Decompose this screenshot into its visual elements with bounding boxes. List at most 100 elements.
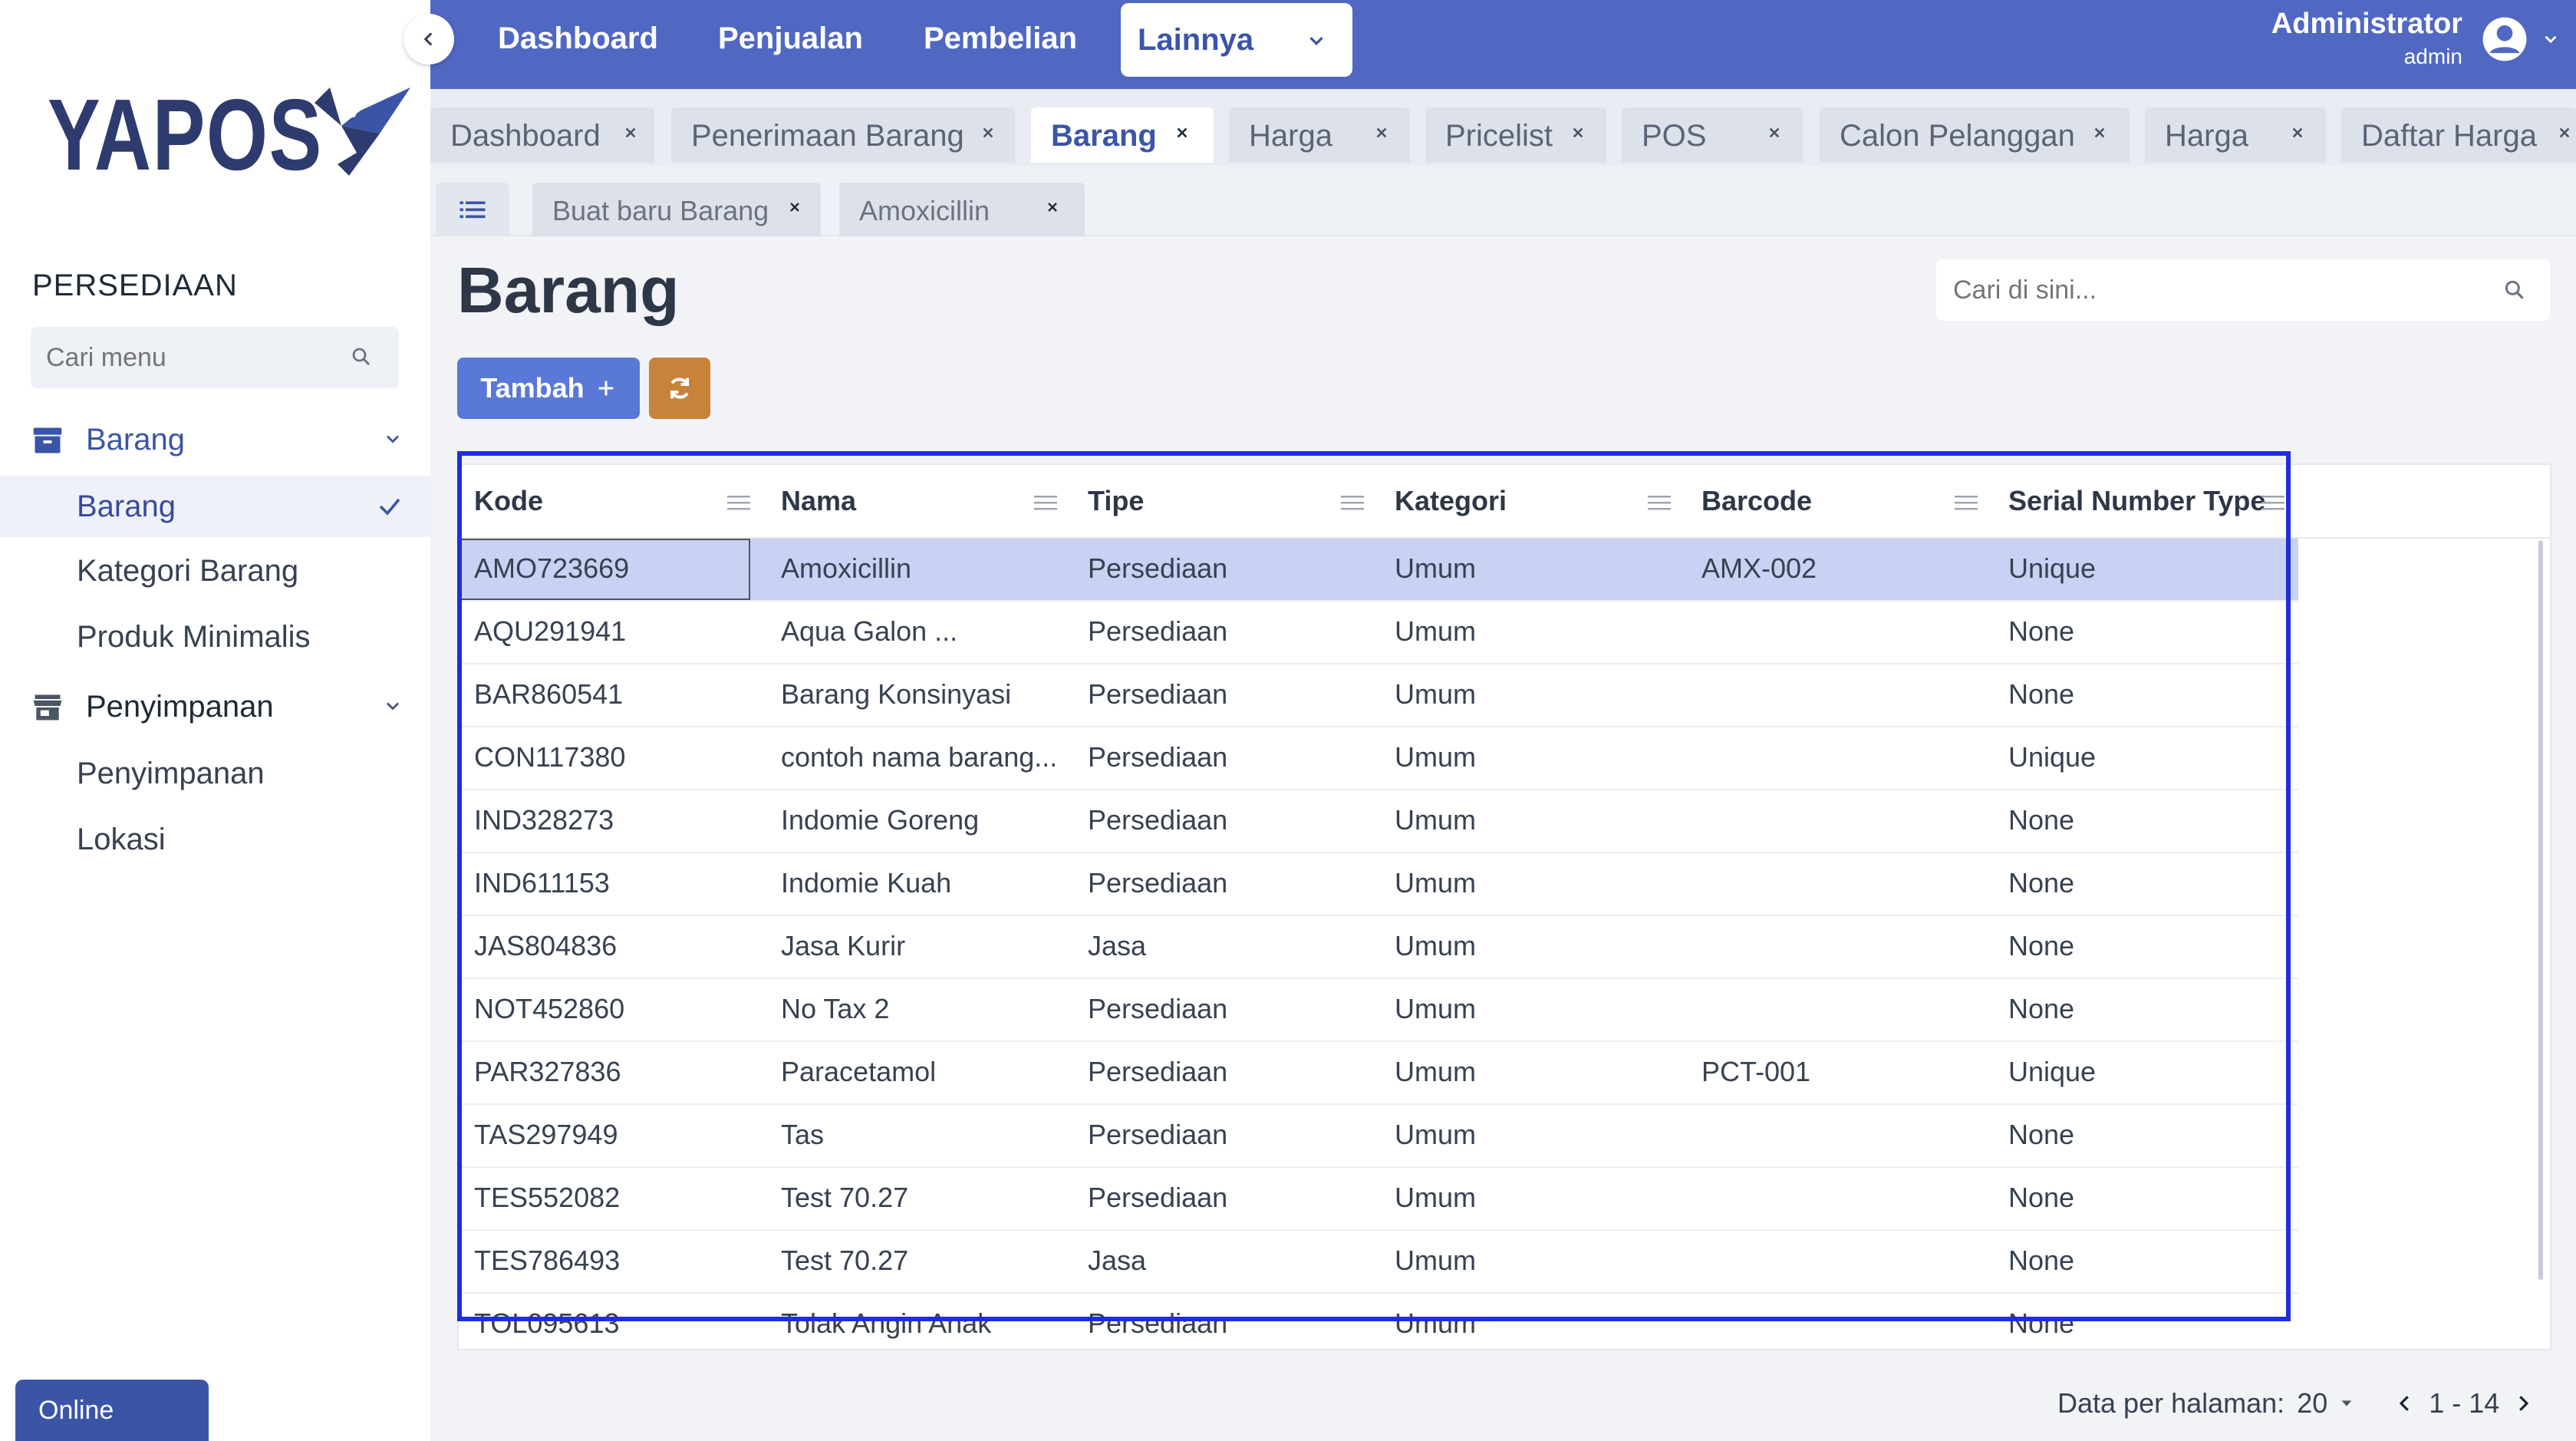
search-input[interactable]	[1936, 259, 2443, 321]
cell-nama[interactable]: Tas	[781, 1119, 824, 1151]
tab-harga[interactable]: Harga	[1229, 107, 1410, 163]
cell-barcode[interactable]: PCT-001	[1701, 1056, 1810, 1088]
cell-nama[interactable]: Amoxicillin	[781, 552, 911, 585]
cell-kategori[interactable]: Umum	[1395, 1182, 1476, 1214]
tab-barang[interactable]: Barang	[1031, 107, 1214, 163]
cell-serial-number-type[interactable]: None	[2008, 678, 2074, 711]
cell-nama[interactable]: Indomie Kuah	[781, 867, 951, 899]
table-row[interactable]: AMO723669 Amoxicillin Persediaan Umum AMX-00…	[459, 539, 2298, 602]
cell-serial-number-type[interactable]: None	[2008, 993, 2074, 1025]
column-menu-icon[interactable]	[2261, 494, 2284, 511]
subtab-buat-baru-barang[interactable]: Buat baru Barang	[532, 183, 821, 236]
sidebar-item-barang[interactable]: Barang	[0, 476, 430, 537]
tab-dashboard[interactable]: Dashboard	[430, 107, 654, 163]
column-menu-icon[interactable]	[1341, 494, 1364, 511]
cell-tipe[interactable]: Persediaan	[1088, 1182, 1227, 1214]
cell-serial-number-type[interactable]: Unique	[2008, 741, 2096, 773]
cell-tipe[interactable]: Persediaan	[1088, 867, 1227, 899]
cell-serial-number-type[interactable]: None	[2008, 615, 2074, 648]
cell-serial-number-type[interactable]: Unique	[2008, 552, 2096, 585]
table-row[interactable]: CON117380 contoh nama barang... Persediaan…	[459, 727, 2298, 790]
cell-kategori[interactable]: Umum	[1395, 678, 1476, 711]
cell-kategori[interactable]: Umum	[1395, 867, 1476, 899]
sidebar-search-input[interactable]	[31, 327, 322, 388]
vertical-scrollbar[interactable]	[2538, 540, 2543, 1280]
tab-penerimaan-barang[interactable]: Penerimaan Barang	[671, 107, 1015, 163]
tab-pricelist[interactable]: Pricelist	[1425, 107, 1606, 163]
sidebar-item-penyimpanan[interactable]: Penyimpanan	[77, 757, 265, 791]
cell-tipe[interactable]: Persediaan	[1088, 552, 1227, 585]
list-view-button[interactable]	[436, 183, 509, 236]
sidebar-group-penyimpanan[interactable]: Penyimpanan	[0, 674, 430, 740]
table-row[interactable]: NOT452860 No Tax 2 Persediaan Umum None	[459, 979, 2298, 1042]
close-icon[interactable]	[978, 123, 998, 143]
cell-tipe[interactable]: Persediaan	[1088, 615, 1227, 648]
cell-kode[interactable]: IND611153	[474, 867, 610, 899]
user-avatar-icon[interactable]	[2481, 15, 2528, 63]
cell-nama[interactable]: Jasa Kurir	[781, 930, 905, 962]
tab-harga-2[interactable]: Harga	[2145, 107, 2326, 163]
table-row[interactable]: TAS297949 Tas Persediaan Umum None	[459, 1105, 2298, 1168]
column-header-kode[interactable]: Kode	[474, 485, 543, 517]
close-icon[interactable]	[786, 198, 804, 216]
nav-penjualan[interactable]: Penjualan	[718, 21, 863, 56]
cell-tipe[interactable]: Persediaan	[1088, 1307, 1227, 1340]
cell-tipe[interactable]: Persediaan	[1088, 993, 1227, 1025]
close-icon[interactable]	[621, 123, 641, 143]
cell-kode[interactable]: TES786493	[474, 1245, 620, 1277]
cell-nama[interactable]: Test 70.27	[781, 1182, 908, 1214]
cell-nama[interactable]: Aqua Galon ...	[781, 615, 957, 648]
column-menu-icon[interactable]	[1034, 494, 1057, 511]
cell-tipe[interactable]: Jasa	[1088, 930, 1146, 962]
column-header-barcode[interactable]: Barcode	[1701, 485, 1812, 517]
cell-serial-number-type[interactable]: None	[2008, 930, 2074, 962]
cell-serial-number-type[interactable]: None	[2008, 1307, 2074, 1340]
cell-kode[interactable]: JAS804836	[474, 930, 617, 962]
tab-calon-pelanggan[interactable]: Calon Pelanggan	[1820, 107, 2130, 163]
cell-nama[interactable]: Tolak Angin Anak	[781, 1307, 991, 1340]
column-menu-icon[interactable]	[1648, 494, 1671, 511]
cell-kode[interactable]: TAS297949	[474, 1119, 618, 1151]
cell-kategori[interactable]: Umum	[1395, 552, 1476, 585]
cell-serial-number-type[interactable]: None	[2008, 804, 2074, 836]
cell-nama[interactable]: Paracetamol	[781, 1056, 936, 1088]
cell-nama[interactable]: Barang Konsinyasi	[781, 678, 1011, 711]
table-row[interactable]: TES786493 Test 70.27 Jasa Umum None	[459, 1231, 2298, 1294]
cell-kode[interactable]: TES552082	[474, 1182, 620, 1214]
cell-kode[interactable]: AMO723669	[459, 539, 750, 600]
previous-page-icon[interactable]	[2393, 1392, 2416, 1415]
close-icon[interactable]	[1043, 198, 1062, 216]
page-size-select[interactable]: 20	[2297, 1387, 2355, 1420]
cell-kode[interactable]: NOT452860	[474, 993, 624, 1025]
table-row[interactable]: PAR327836 Paracetamol Persediaan Umum PCT-00…	[459, 1042, 2298, 1105]
cell-serial-number-type[interactable]: None	[2008, 1182, 2074, 1214]
tab-daftar-harga[interactable]: Daftar Harga	[2341, 107, 2576, 163]
close-icon[interactable]	[1568, 123, 1588, 143]
column-header-nama[interactable]: Nama	[781, 485, 856, 517]
cell-kategori[interactable]: Umum	[1395, 615, 1476, 648]
cell-tipe[interactable]: Persediaan	[1088, 1119, 1227, 1151]
cell-kode[interactable]: TOL095613	[474, 1307, 620, 1340]
table-row[interactable]: TOL095613 Tolak Angin Anak Persediaan Umum N…	[459, 1294, 2298, 1349]
tab-pos[interactable]: POS	[1622, 107, 1803, 163]
table-row[interactable]: IND611153 Indomie Kuah Persediaan Umum None	[459, 853, 2298, 916]
nav-dashboard[interactable]: Dashboard	[498, 21, 658, 56]
sidebar-item-lokasi[interactable]: Lokasi	[77, 823, 166, 857]
chevron-down-icon[interactable]	[2541, 29, 2561, 49]
cell-serial-number-type[interactable]: None	[2008, 1119, 2074, 1151]
close-icon[interactable]	[1172, 123, 1192, 143]
cell-tipe[interactable]: Persediaan	[1088, 741, 1227, 773]
cell-tipe[interactable]: Jasa	[1088, 1245, 1146, 1277]
cell-kode[interactable]: CON117380	[474, 741, 625, 773]
search-icon[interactable]	[2502, 278, 2527, 302]
close-icon[interactable]	[2288, 123, 2308, 143]
online-status-button[interactable]: Online	[15, 1380, 209, 1441]
cell-serial-number-type[interactable]: None	[2008, 1245, 2074, 1277]
nav-pembelian[interactable]: Pembelian	[924, 21, 1077, 56]
next-page-icon[interactable]	[2512, 1392, 2535, 1415]
refresh-button[interactable]	[649, 358, 710, 419]
table-row[interactable]: BAR860541 Barang Konsinyasi Persediaan Umum…	[459, 664, 2298, 727]
search-icon[interactable]	[350, 345, 373, 368]
column-header-tipe[interactable]: Tipe	[1088, 485, 1144, 517]
sidebar-group-barang[interactable]: Barang	[0, 407, 430, 473]
